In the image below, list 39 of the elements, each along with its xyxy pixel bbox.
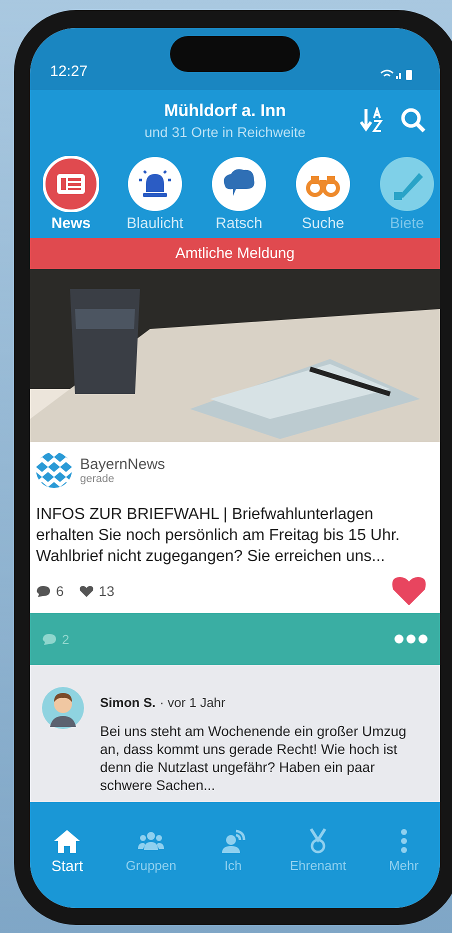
category-tab[interactable]: Blaulicht (127, 156, 183, 232)
more-icon[interactable] (394, 634, 428, 644)
chat-icon (211, 156, 267, 212)
nav-tab[interactable]: Ich (219, 828, 248, 873)
category-tab[interactable]: Suche (295, 156, 351, 232)
comment-text: Bei uns steht am Wochenende ein großer Umzug an, dass kommt uns gerade Recht! Wie hoch ist denn die Nutzlast ungefähr? Haben ein paar schwere Sachen... (100, 722, 408, 794)
diamond-flag-icon (36, 452, 72, 488)
like-button[interactable] (392, 577, 426, 605)
category-tab[interactable]: Ratsch (211, 156, 267, 232)
comment-count: 6 (56, 583, 64, 599)
category-tab[interactable]: Biete (379, 156, 435, 232)
home-icon (53, 828, 82, 854)
nav-tab[interactable]: Ehrenamt (290, 828, 346, 873)
nav-tab[interactable]: Gruppen (126, 828, 176, 873)
post-time: gerade (80, 472, 116, 484)
comment-icon (36, 584, 51, 598)
nav-tab[interactable]: Mehr (388, 828, 419, 873)
avatar (42, 687, 84, 729)
official-banner: Amtliche Meldung (30, 238, 440, 269)
category-tab[interactable]: News (43, 156, 99, 232)
comment-count: 2 (62, 632, 70, 646)
nav-tab[interactable]: Start (51, 828, 84, 875)
like-count: 13 (98, 583, 114, 599)
search-icon[interactable] (400, 107, 426, 133)
news-icon (43, 156, 99, 212)
siren-icon (127, 156, 183, 212)
heart-icon (78, 584, 94, 598)
person-icon (219, 828, 248, 854)
more-icon (400, 828, 407, 854)
comment-time: · vor 1 Jahr (160, 695, 226, 710)
status-icons (380, 68, 414, 80)
binoculars-icon (295, 156, 351, 212)
post-text[interactable]: INFOS ZUR BRIEFWAHL | Briefwahlunterlagen erhalten Sie noch persönlich am Freitag bis 15 Uhr. Wahlbrief nicht zugegangen? Sie erreichen uns... (36, 504, 426, 567)
status-time: 12:27 (50, 63, 88, 80)
comment-icon (42, 632, 57, 646)
location-subtitle: und 31 Orte in Reichweite (144, 124, 306, 140)
author-name[interactable]: BayernNews (80, 456, 166, 472)
commenter-name[interactable]: Simon S. (100, 695, 156, 710)
location-title[interactable]: Mühldorf a. Inn (164, 100, 286, 120)
